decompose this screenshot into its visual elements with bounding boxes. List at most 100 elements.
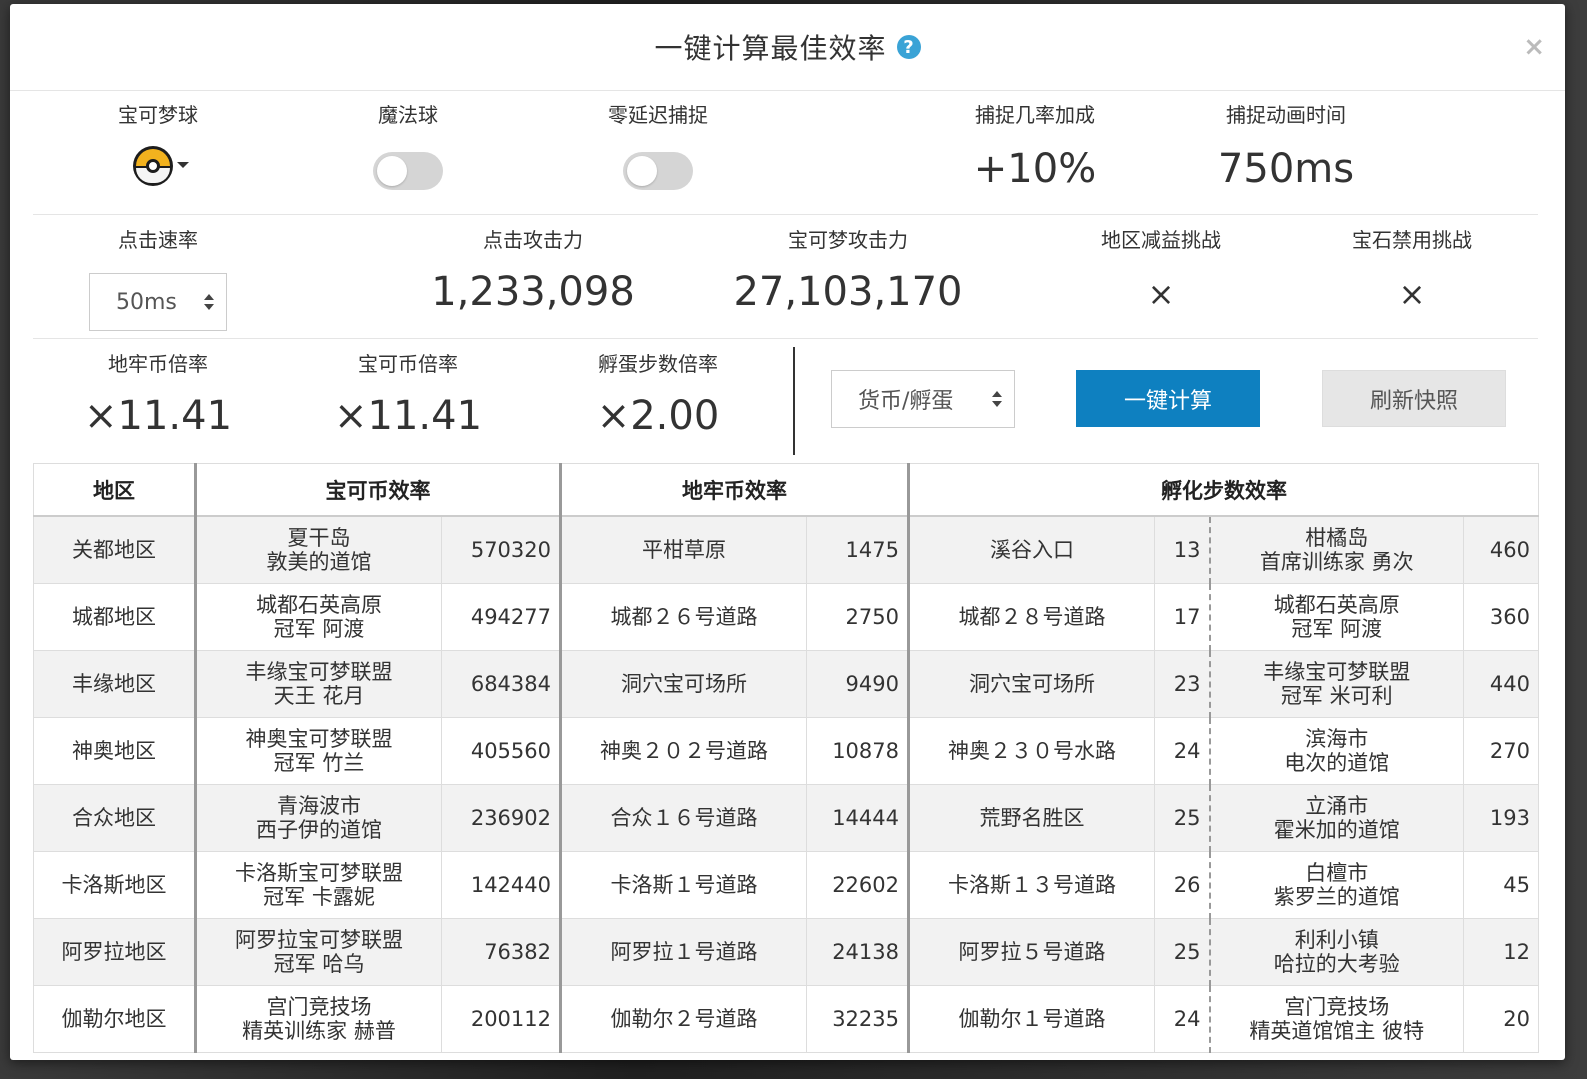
region-cell-text: 阿罗拉地区 xyxy=(61,940,167,964)
hatch-gym-value-cell: 193 xyxy=(1463,784,1539,852)
pokeball-icon xyxy=(133,146,173,186)
mode-select[interactable]: 货币/孵蛋 xyxy=(831,370,1015,428)
coin-mult-label: 宝可币倍率 xyxy=(358,352,458,376)
hatch-gym-value-cell: 360 xyxy=(1463,583,1539,651)
coin-location-cell-text: 冠军 竹兰 xyxy=(273,751,365,775)
hatch-gym-location-cell: 利利小镇 哈拉的大考验 xyxy=(1208,918,1464,986)
magic-ball-label: 魔法球 xyxy=(378,103,438,127)
hatch-value-cell-text: 26 xyxy=(1173,873,1201,897)
region-cell: 丰缘地区 xyxy=(33,650,196,718)
hatch-gym-location-cell-text: 精英道馆馆主 彼特 xyxy=(1249,1019,1425,1043)
dungeon-value-cell-text: 10878 xyxy=(832,739,899,763)
gem-ban-label: 宝石禁用挑战 xyxy=(1352,228,1472,252)
hatch-gym-location-cell-text: 白檀市 xyxy=(1305,861,1369,885)
settings-row-2: 点击速率 50ms 点击攻击力 1,233,098 宝可梦攻击力 27,103,… xyxy=(33,215,1538,339)
zero-delay-toggle[interactable] xyxy=(623,152,693,190)
coin-location-cell-text: 冠军 哈乌 xyxy=(273,952,365,976)
dungeon-value-cell-text: 32235 xyxy=(832,1007,899,1031)
click-rate-value: 50ms xyxy=(116,289,177,315)
dungeon-value-cell-text: 22602 xyxy=(832,873,899,897)
dungeon-location-cell-text: 神奥２０２号道路 xyxy=(600,739,768,763)
hatch-location-cell-text: 荒野名胜区 xyxy=(979,806,1085,830)
refresh-snapshot-button[interactable]: 刷新快照 xyxy=(1322,370,1506,427)
dungeon-mult-label: 地牢币倍率 xyxy=(108,352,208,376)
hatch-gym-location-cell-text: 城都石英高原 xyxy=(1273,593,1400,617)
header-coin: 宝可币效率 xyxy=(194,463,561,517)
dungeon-value-cell-text: 2750 xyxy=(845,605,899,629)
region-cell-text: 神奥地区 xyxy=(72,739,156,763)
dungeon-location-cell-text: 洞穴宝可场所 xyxy=(621,672,747,696)
hatch-gym-location-cell: 城都石英高原 冠军 阿渡 xyxy=(1208,583,1464,651)
hatch-location-cell: 伽勒尔１号道路 xyxy=(907,985,1155,1053)
region-cell-text: 丰缘地区 xyxy=(72,672,156,696)
coin-value-cell: 142440 xyxy=(441,851,561,919)
coin-value-cell-text: 405560 xyxy=(470,739,551,763)
coin-location-cell-text: 神奥宝可梦联盟 xyxy=(245,727,393,751)
hatch-gym-value-cell-text: 45 xyxy=(1503,873,1530,897)
hatch-location-cell: 神奥２３０号水路 xyxy=(907,717,1155,785)
coin-location-cell: 阿罗拉宝可梦联盟 冠军 哈乌 xyxy=(194,918,442,986)
help-icon[interactable]: ? xyxy=(896,35,921,59)
coin-value-cell-text: 684384 xyxy=(470,672,551,696)
chevron-down-icon xyxy=(177,162,189,168)
region-cell: 关都地区 xyxy=(33,515,196,584)
settings-row-3: 地牢币倍率 ×11.41 宝可币倍率 ×11.41 孵蛋步数倍率 ×2.00 货… xyxy=(33,339,1538,459)
catch-anim-label: 捕捉动画时间 xyxy=(1226,103,1346,127)
region-debuff-label: 地区减益挑战 xyxy=(1101,228,1221,252)
coin-value-cell: 236902 xyxy=(441,784,561,852)
hatch-location-cell-text: 神奥２３０号水路 xyxy=(948,739,1116,763)
select-arrows-icon xyxy=(204,294,214,310)
hatch-location-cell-text: 阿罗拉５号道路 xyxy=(958,940,1106,964)
dungeon-value-cell: 24138 xyxy=(806,918,909,986)
hatch-gym-location-cell-text: 首席训练家 勇次 xyxy=(1259,550,1414,574)
dungeon-location-cell: 平柑草原 xyxy=(559,515,807,584)
dungeon-location-cell: 洞穴宝可场所 xyxy=(559,650,807,718)
hatch-gym-value-cell: 20 xyxy=(1463,985,1539,1053)
region-cell-text: 关都地区 xyxy=(72,538,156,562)
dungeon-mult-value: ×11.41 xyxy=(83,393,233,439)
hatch-gym-value-cell: 270 xyxy=(1463,717,1539,785)
dungeon-value-cell: 22602 xyxy=(806,851,909,919)
hatch-value-cell-text: 13 xyxy=(1173,538,1201,562)
coin-value-cell-text: 76382 xyxy=(484,940,551,964)
header-hatch: 孵化步数效率 xyxy=(907,463,1539,517)
header-region: 地区 xyxy=(33,463,196,517)
hatch-value-cell-text: 24 xyxy=(1173,1007,1201,1031)
dungeon-location-cell-text: 伽勒尔２号道路 xyxy=(610,1007,758,1031)
region-cell: 神奥地区 xyxy=(33,717,196,785)
hatch-location-cell: 洞穴宝可场所 xyxy=(907,650,1155,718)
coin-location-cell-text: 阿罗拉宝可梦联盟 xyxy=(235,928,403,952)
vertical-divider xyxy=(793,347,795,455)
calculate-button[interactable]: 一键计算 xyxy=(1076,370,1260,427)
efficiency-table: 地区 宝可币效率 地牢币效率 孵化步数效率 关都地区 夏干岛 敦美的道馆 570320… xyxy=(33,463,1539,1053)
dungeon-location-cell-text: 卡洛斯１号道路 xyxy=(610,873,758,897)
hatch-value-cell: 24 xyxy=(1154,985,1210,1053)
catch-anim-value: 750ms xyxy=(1217,146,1355,192)
dungeon-value-cell: 32235 xyxy=(806,985,909,1053)
modal-header: 一键计算最佳效率 ? × xyxy=(10,4,1565,91)
coin-value-cell: 494277 xyxy=(441,583,561,651)
coin-location-cell-text: 敦美的道馆 xyxy=(266,550,372,574)
hatch-value-cell: 25 xyxy=(1154,784,1210,852)
region-cell: 城都地区 xyxy=(33,583,196,651)
hatch-location-cell: 城都２８号道路 xyxy=(907,583,1155,651)
hatch-location-cell-text: 溪谷入口 xyxy=(990,538,1074,562)
coin-value-cell-text: 200112 xyxy=(470,1007,551,1031)
hatch-gym-location-cell: 柑橘岛 首席训练家 勇次 xyxy=(1208,515,1464,584)
magic-ball-toggle[interactable] xyxy=(373,152,443,190)
region-cell: 卡洛斯地区 xyxy=(33,851,196,919)
coin-value-cell-text: 570320 xyxy=(470,538,551,562)
dungeon-value-cell-text: 24138 xyxy=(832,940,899,964)
close-icon[interactable]: × xyxy=(1523,32,1545,62)
pokeball-dropdown[interactable] xyxy=(123,144,193,194)
hatch-value-cell: 13 xyxy=(1154,515,1210,584)
hatch-location-cell-text: 伽勒尔１号道路 xyxy=(958,1007,1106,1031)
table-row: 卡洛斯地区 卡洛斯宝可梦联盟 冠军 卡露妮 142440 卡洛斯１号道路 22602 卡洛斯… xyxy=(33,851,1539,919)
hatch-gym-location-cell-text: 立涌市 xyxy=(1305,794,1369,818)
coin-location-cell-text: 冠军 卡露妮 xyxy=(263,885,375,909)
coin-location-cell: 宫门竞技场 精英训练家 赫普 xyxy=(194,985,442,1053)
calc-modal: 一键计算最佳效率 ? × 宝可梦球 魔法球 零延迟捕捉 捕捉几率加成 +10% xyxy=(10,4,1565,1060)
catch-bonus-label: 捕捉几率加成 xyxy=(975,103,1095,127)
table-row: 神奥地区 神奥宝可梦联盟 冠军 竹兰 405560 神奥２０２号道路 10878 神奥２３０… xyxy=(33,717,1539,785)
click-rate-select[interactable]: 50ms xyxy=(89,273,227,331)
